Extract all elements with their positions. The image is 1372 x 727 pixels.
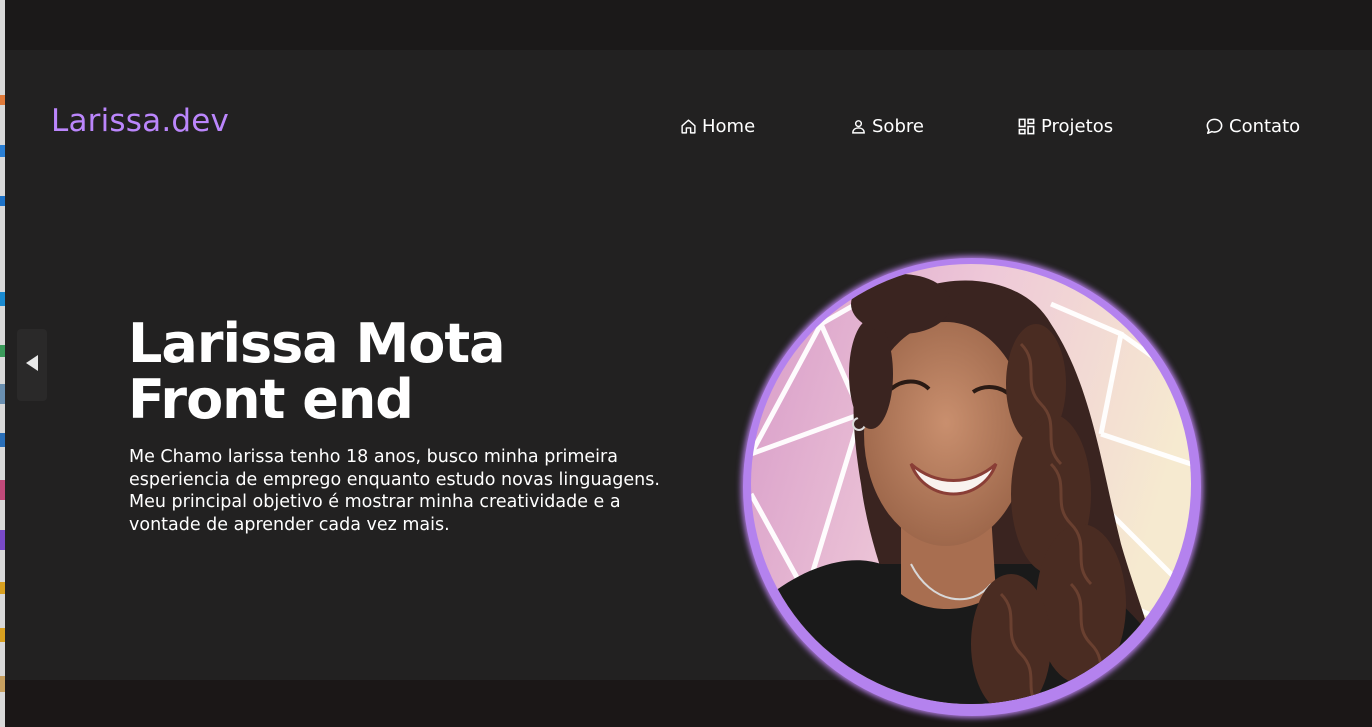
hero-description-line: Me Chamo larissa tenho 18 anos, busco mi… <box>129 447 618 467</box>
bottom-band <box>5 680 1372 727</box>
grid-icon <box>1017 117 1036 136</box>
hero-title: Larissa Mota Front end <box>128 312 506 431</box>
home-icon <box>680 118 697 135</box>
user-icon <box>850 118 867 135</box>
nav-sobre-label: Sobre <box>872 115 924 137</box>
hero-description-line: vontade de aprender cada vez mais. <box>129 514 450 535</box>
hero-description: Me Chamo larissa tenho 18 anos, busco mi… <box>129 446 689 536</box>
carousel-prev-button[interactable] <box>17 329 47 401</box>
site-logo[interactable]: Larissa.dev <box>51 103 229 139</box>
hero-description-line: Meu principal objetivo é mostrar minha c… <box>129 492 621 512</box>
nav-projetos[interactable]: Projetos <box>1017 112 1113 140</box>
nav-contato-label: Contato <box>1229 115 1301 137</box>
nav-contato[interactable]: Contato <box>1205 112 1300 140</box>
hero-description-line: esperiencia de emprego enquanto estudo n… <box>129 469 660 490</box>
hero-title-role: Front end <box>128 368 414 431</box>
hero-title-name: Larissa Mota <box>128 312 506 375</box>
portfolio-page: Larissa.dev Home Sobre Projetos Contato … <box>5 0 1372 727</box>
nav-projetos-label: Projetos <box>1041 115 1114 137</box>
top-band <box>5 0 1372 50</box>
nav-home-label: Home <box>702 115 756 137</box>
profile-photo-image <box>751 264 1191 704</box>
profile-photo <box>743 258 1201 716</box>
triangle-left-icon <box>25 354 39 376</box>
chat-bubble-icon <box>1205 117 1224 136</box>
nav-sobre[interactable]: Sobre <box>850 112 924 140</box>
nav-home[interactable]: Home <box>680 112 755 140</box>
